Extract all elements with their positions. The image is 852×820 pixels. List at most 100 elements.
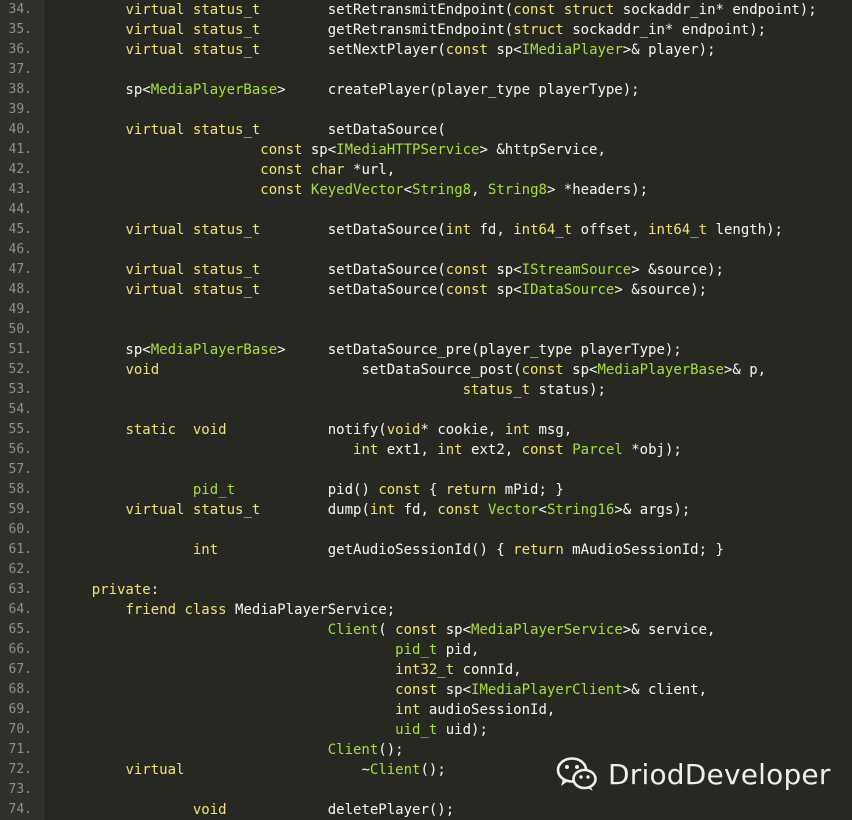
- code-line[interactable]: 43. const KeyedVector<String8, String8> …: [0, 180, 852, 200]
- code-line[interactable]: 57.: [0, 460, 852, 480]
- code-text[interactable]: virtual status_t getRetransmitEndpoint(s…: [58, 20, 766, 40]
- code-text[interactable]: void deletePlayer();: [58, 800, 454, 820]
- code-line[interactable]: 46.: [0, 240, 852, 260]
- code-text[interactable]: virtual status_t setNextPlayer(const sp<…: [58, 40, 715, 60]
- code-text[interactable]: void setDataSource_post(const sp<MediaPl…: [58, 360, 766, 380]
- text-token: > setDataSource_pre(player_type playerTy…: [277, 342, 682, 358]
- code-line[interactable]: 35. virtual status_t getRetransmitEndpoi…: [0, 20, 852, 40]
- code-line[interactable]: 40. virtual status_t setDataSource(: [0, 120, 852, 140]
- code-text[interactable]: sp<MediaPlayerBase> createPlayer(player_…: [58, 80, 639, 100]
- code-text[interactable]: sp<MediaPlayerBase> setDataSource_pre(pl…: [58, 340, 682, 360]
- line-number: 68.: [8, 682, 32, 697]
- code-line[interactable]: 66. pid_t pid,: [0, 640, 852, 660]
- code-text[interactable]: int32_t connId,: [58, 660, 521, 680]
- type-token: IStreamSource: [521, 262, 632, 278]
- code-line[interactable]: 59. virtual status_t dump(int fd, const …: [0, 500, 852, 520]
- text-token: *obj);: [622, 442, 682, 458]
- code-line[interactable]: 62.: [0, 560, 852, 580]
- code-text[interactable]: const sp<IMediaHTTPService> &httpService…: [58, 140, 606, 160]
- code-line[interactable]: 74. void deletePlayer();: [0, 800, 852, 820]
- code-line[interactable]: 52. void setDataSource_post(const sp<Med…: [0, 360, 852, 380]
- text-token: {: [420, 482, 446, 498]
- code-text[interactable]: virtual status_t setDataSource(const sp<…: [58, 260, 724, 280]
- code-line[interactable]: 50.: [0, 320, 852, 340]
- code-text[interactable]: int getAudioSessionId() { return mAudioS…: [58, 540, 724, 560]
- type-token: Client: [327, 622, 379, 638]
- line-number: 55.: [8, 422, 32, 437]
- code-text[interactable]: Client();: [58, 740, 404, 760]
- code-text[interactable]: virtual status_t setDataSource(int fd, i…: [58, 220, 783, 240]
- code-line[interactable]: 58. pid_t pid() const { return mPid; }: [0, 480, 852, 500]
- code-lines[interactable]: 34. virtual status_t setRetransmitEndpoi…: [0, 0, 852, 820]
- code-text[interactable]: virtual ~Client();: [58, 760, 445, 780]
- keyword-token: void: [386, 422, 421, 438]
- code-text[interactable]: pid_t pid,: [58, 640, 479, 660]
- keyword-token: int64_t: [513, 222, 573, 238]
- code-line[interactable]: 44.: [0, 200, 852, 220]
- keyword-token: void: [192, 422, 227, 438]
- code-line[interactable]: 60.: [0, 520, 852, 540]
- code-text[interactable]: virtual status_t setDataSource(const sp<…: [58, 280, 707, 300]
- code-text[interactable]: pid_t pid() const { return mPid; }: [58, 480, 564, 500]
- code-line[interactable]: 64. friend class MediaPlayerService;: [0, 600, 852, 620]
- line-number: 42.: [8, 162, 32, 177]
- code-text[interactable]: const char *url,: [58, 160, 395, 180]
- code-line[interactable]: 45. virtual status_t setDataSource(int f…: [0, 220, 852, 240]
- text-token: uid);: [437, 722, 488, 738]
- code-line[interactable]: 48. virtual status_t setDataSource(const…: [0, 280, 852, 300]
- code-line[interactable]: 65. Client( const sp<MediaPlayerService>…: [0, 620, 852, 640]
- code-text[interactable]: const sp<IMediaPlayerClient>& client,: [58, 680, 707, 700]
- line-number: 59.: [8, 502, 32, 517]
- code-text[interactable]: uid_t uid);: [58, 720, 488, 740]
- code-line[interactable]: 53. status_t status);: [0, 380, 852, 400]
- code-text[interactable]: int ext1, int ext2, const Parcel *obj);: [58, 440, 682, 460]
- code-line[interactable]: 41. const sp<IMediaHTTPService> &httpSer…: [0, 140, 852, 160]
- code-text[interactable]: int audioSessionId,: [58, 700, 555, 720]
- code-text[interactable]: virtual status_t dump(int fd, const Vect…: [58, 500, 690, 520]
- code-editor[interactable]: 34. virtual status_t setRetransmitEndpoi…: [0, 0, 852, 820]
- code-text[interactable]: friend class MediaPlayerService;: [58, 600, 395, 620]
- code-line[interactable]: 55. static void notify(void* cookie, int…: [0, 420, 852, 440]
- code-line[interactable]: 47. virtual status_t setDataSource(const…: [0, 260, 852, 280]
- code-line[interactable]: 63. private:: [0, 580, 852, 600]
- code-text[interactable]: virtual status_t setRetransmitEndpoint(c…: [58, 0, 816, 20]
- type-token: IMediaPlayer: [521, 42, 623, 58]
- code-text[interactable]: Client( const sp<MediaPlayerService>& se…: [58, 620, 716, 640]
- text-token: ~: [184, 762, 370, 778]
- code-line[interactable]: 42. const char *url,: [0, 160, 852, 180]
- code-text[interactable]: static void notify(void* cookie, int msg…: [58, 420, 572, 440]
- code-line[interactable]: 49.: [0, 300, 852, 320]
- code-text[interactable]: virtual status_t setDataSource(: [58, 120, 445, 140]
- code-line[interactable]: 68. const sp<IMediaPlayerClient>& client…: [0, 680, 852, 700]
- keyword-token: status_t: [192, 122, 261, 138]
- text-token: <: [403, 182, 413, 198]
- code-text[interactable]: const KeyedVector<String8, String8> *hea…: [58, 180, 648, 200]
- text-token: >& client,: [622, 682, 708, 698]
- code-line[interactable]: 36. virtual status_t setNextPlayer(const…: [0, 40, 852, 60]
- keyword-token: status_t: [192, 282, 261, 298]
- code-line[interactable]: 37.: [0, 60, 852, 80]
- code-line[interactable]: 51. sp<MediaPlayerBase> setDataSource_pr…: [0, 340, 852, 360]
- code-line[interactable]: 70. uid_t uid);: [0, 720, 852, 740]
- code-line[interactable]: 61. int getAudioSessionId() { return mAu…: [0, 540, 852, 560]
- code-line[interactable]: 56. int ext1, int ext2, const Parcel *ob…: [0, 440, 852, 460]
- code-text[interactable]: private:: [58, 580, 159, 600]
- text-token: > &source);: [631, 262, 724, 278]
- code-line[interactable]: 67. int32_t connId,: [0, 660, 852, 680]
- code-text[interactable]: status_t status);: [58, 380, 606, 400]
- keyword-token: const: [395, 622, 438, 638]
- text-token: fd,: [471, 222, 514, 238]
- code-line[interactable]: 34. virtual status_t setRetransmitEndpoi…: [0, 0, 852, 20]
- code-line[interactable]: 54.: [0, 400, 852, 420]
- text-token: > *headers);: [546, 182, 649, 198]
- code-line[interactable]: 69. int audioSessionId,: [0, 700, 852, 720]
- code-line[interactable]: 38. sp<MediaPlayerBase> createPlayer(pla…: [0, 80, 852, 100]
- code-line[interactable]: 39.: [0, 100, 852, 120]
